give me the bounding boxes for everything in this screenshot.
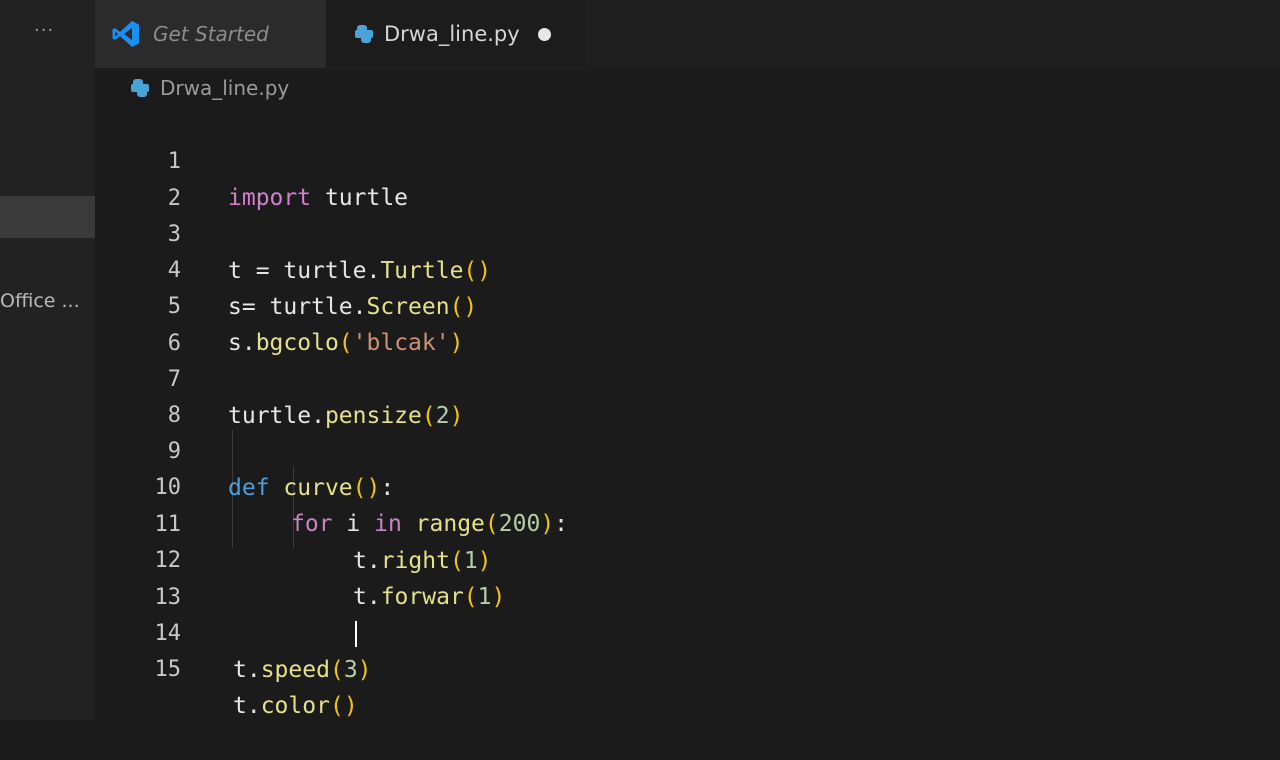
- tab-label: Get Started: [153, 22, 269, 46]
- code-function: color: [260, 693, 330, 719]
- sidebar-item-office[interactable]: Office ...: [0, 290, 80, 312]
- code-number: 3: [343, 657, 358, 683]
- breadcrumb[interactable]: Drwa_line.py: [130, 76, 289, 100]
- tab-label: Drwa_line.py: [384, 22, 520, 46]
- code-paren: ): [357, 657, 372, 683]
- code-line[interactable]: 12 t.forwar(1): [95, 507, 1280, 610]
- unsaved-dot-icon[interactable]: [537, 27, 551, 41]
- code-line[interactable]: 13: [95, 544, 1280, 610]
- breadcrumb-file: Drwa_line.py: [160, 76, 290, 100]
- code-line[interactable]: 11 t.right(1): [95, 471, 1280, 574]
- code-line[interactable]: 10 for i in range(200):: [95, 434, 1280, 537]
- code-line[interactable]: 4 s= turtle.Screen(): [95, 217, 1280, 320]
- code-text: t.: [233, 657, 261, 683]
- code-text: t.: [233, 693, 261, 719]
- code-editor[interactable]: 1 import turtle 2 3 t = turtle.Turtle() …: [95, 106, 1280, 720]
- tab-bar: Get Started Drwa_line.py: [95, 0, 1280, 70]
- code-line[interactable]: 6: [95, 290, 1280, 356]
- tab-drwa-line[interactable]: Drwa_line.py: [326, 0, 586, 68]
- code-line[interactable]: 9 def curve():: [95, 398, 1280, 501]
- code-function: speed: [260, 657, 330, 683]
- code-line[interactable]: 8: [95, 362, 1280, 428]
- code-paren: (: [329, 693, 344, 719]
- code-line[interactable]: 7 turtle.pensize(2): [95, 326, 1280, 429]
- vscode-logo-icon: [112, 21, 139, 47]
- code-line[interactable]: 1 import turtle: [95, 108, 1280, 211]
- sidebar: ··· Office ...: [0, 0, 95, 720]
- code-line[interactable]: 14 t.speed(3): [95, 580, 1280, 683]
- tab-get-started[interactable]: Get Started: [95, 0, 326, 68]
- code-paren: ): [343, 693, 358, 719]
- line-number: 15: [154, 657, 182, 682]
- python-icon: [131, 79, 149, 97]
- code-line[interactable]: 3 t = turtle.Turtle(): [95, 181, 1280, 284]
- code-line[interactable]: 5 s.bgcolo('blcak'): [95, 253, 1280, 356]
- more-actions-icon[interactable]: ···: [34, 20, 54, 41]
- text-cursor: [355, 621, 357, 647]
- code-line[interactable]: 2: [95, 145, 1280, 211]
- sidebar-selected-item[interactable]: [0, 196, 95, 238]
- code-line[interactable]: 15 t.color(): [95, 616, 1280, 719]
- code-paren: (: [329, 657, 344, 683]
- python-icon: [355, 25, 373, 43]
